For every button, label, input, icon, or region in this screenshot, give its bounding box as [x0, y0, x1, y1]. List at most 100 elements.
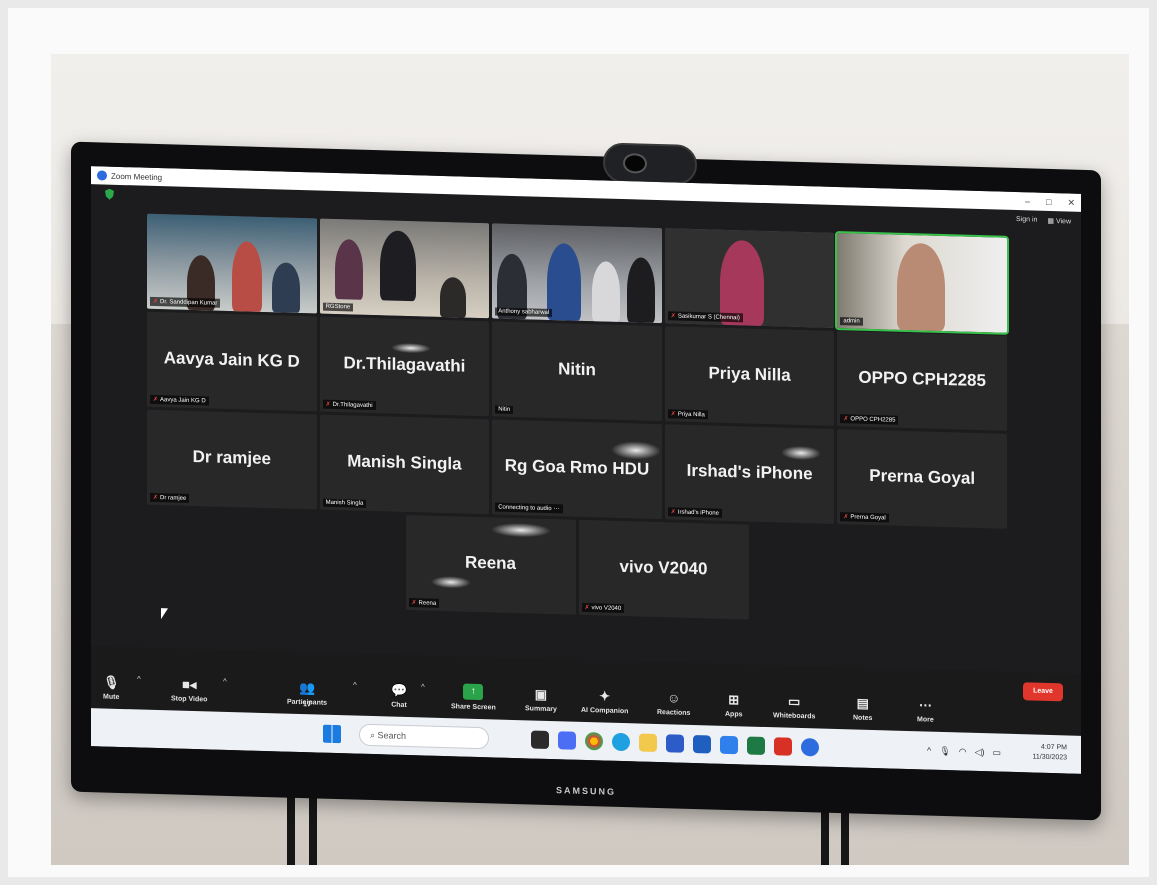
more-dots-icon: ⋯ — [918, 697, 932, 713]
taskbar-search-input[interactable]: ⌕ Search — [359, 723, 489, 750]
participant-display-name: Nitin — [558, 359, 596, 380]
name-tile[interactable]: Manish Singla Manish Singla — [319, 414, 490, 515]
chevron-up-icon[interactable]: ^ — [421, 682, 425, 691]
participant-display-name: Reena — [464, 552, 517, 574]
ai-companion-button[interactable]: ✦ AI Companion — [581, 688, 628, 715]
notes-icon: ▤ — [856, 695, 869, 711]
name-tile[interactable]: Dr ramjee ✗ Dr ramjee — [147, 409, 317, 510]
name-tile[interactable]: vivo V2040 ✗ vivo V2040 — [578, 519, 749, 620]
task-view-icon[interactable] — [531, 730, 549, 749]
battery-icon[interactable]: ▭ — [992, 747, 1001, 758]
mic-muted-icon: ✗ — [843, 416, 849, 423]
chevron-up-icon[interactable]: ^ — [353, 680, 357, 689]
outlook-icon[interactable] — [693, 734, 711, 754]
summary-button[interactable]: ▣ Summary — [525, 686, 557, 714]
connecting-audio-status: Connecting to audio — [498, 504, 552, 512]
mute-button[interactable]: 🎙 Mute — [103, 674, 120, 701]
chat-button[interactable]: 💬 Chat — [391, 682, 408, 709]
zoom-window: Zoom Meeting – □ ✕ Sign in ▦ View ✗ Dr. … — [91, 166, 1081, 774]
name-tile[interactable]: Prerna Goyal ✗ Prerna Goyal — [837, 429, 1007, 529]
participants-button[interactable]: 👥17 Participants — [287, 680, 327, 708]
mail-icon[interactable] — [720, 735, 738, 755]
participant-name: Anthony sabharwal — [498, 308, 550, 316]
name-tile[interactable]: Irshad's iPhone ✗ Irshad's iPhone — [664, 424, 835, 524]
sparkle-icon: ✦ — [599, 688, 611, 704]
share-screen-button[interactable]: ↑ Share Screen — [451, 683, 496, 711]
mic-muted-icon: ✗ — [153, 396, 159, 404]
mic-muted-icon: ✗ — [153, 494, 159, 502]
loading-icon: ⋯ — [553, 506, 560, 513]
apps-icon: ⊞ — [728, 691, 740, 708]
zoom-logo-icon — [97, 170, 107, 181]
monitor: Zoom Meeting – □ ✕ Sign in ▦ View ✗ Dr. … — [71, 141, 1101, 821]
mic-muted-icon: ✗ — [670, 509, 676, 516]
microphone-icon: 🎙 — [103, 674, 120, 690]
clock-date: 11/30/2023 — [1032, 753, 1067, 762]
participant-name: RGStone — [325, 303, 351, 311]
close-icon[interactable]: ✕ — [1067, 197, 1075, 208]
teams-icon[interactable] — [558, 731, 576, 750]
name-tile[interactable]: Aavya Jain KG D ✗ Aavya Jain KG D — [147, 311, 317, 412]
name-tile[interactable]: Nitin Nitin — [492, 321, 662, 422]
mic-muted-icon: ✗ — [153, 298, 159, 306]
participant-name: Prerna Goyal — [850, 513, 886, 521]
sign-in-link[interactable]: Sign in — [1016, 216, 1037, 225]
name-tile[interactable]: Priya Nilla ✗ Priya Nilla — [664, 326, 835, 426]
leave-button[interactable]: Leave — [1023, 682, 1063, 702]
taskbar-clock[interactable]: 4:07 PM 11/30/2023 — [1032, 742, 1067, 763]
microphone-icon[interactable]: 🎙 — [939, 746, 950, 757]
participant-display-name: vivo V2040 — [619, 557, 708, 579]
more-button[interactable]: ⋯ More — [917, 697, 934, 723]
volume-icon[interactable]: ◁) — [975, 747, 985, 758]
summary-icon: ▣ — [534, 686, 548, 702]
video-tile-active-speaker[interactable]: admin — [835, 230, 1009, 335]
participant-display-name: Aavya Jain KG D — [163, 348, 300, 372]
mic-muted-icon: ✗ — [325, 401, 331, 408]
participant-name: Dr.Thilagavathi — [332, 401, 373, 409]
chat-bubble-icon: 💬 — [391, 682, 408, 699]
name-tile[interactable]: Dr.Thilagavathi ✗ Dr.Thilagavathi — [319, 316, 490, 417]
chevron-up-icon[interactable]: ^ — [223, 677, 227, 686]
view-button[interactable]: ▦ View — [1047, 217, 1071, 226]
gallery-grid: ✗ Dr. Sanddipan Kumar RGStone Anthony sa… — [147, 213, 1009, 630]
video-tile[interactable]: ✗ Dr. Sanddipan Kumar — [147, 213, 317, 314]
whiteboards-button[interactable]: ▭ Whiteboards — [773, 694, 815, 721]
stop-video-button[interactable]: ■◂ Stop Video — [171, 676, 207, 704]
video-tile[interactable]: Anthony sabharwal — [492, 223, 662, 324]
notes-button[interactable]: ▤ Notes — [853, 696, 872, 722]
maximize-icon[interactable]: □ — [1046, 196, 1051, 207]
encryption-shield-icon[interactable] — [105, 189, 114, 200]
participant-name: Dr ramjee — [160, 494, 187, 502]
apps-button[interactable]: ⊞ Apps — [725, 691, 743, 718]
chevron-up-icon[interactable]: ^ — [927, 746, 931, 757]
mic-muted-icon: ✗ — [670, 313, 676, 320]
excel-icon[interactable] — [747, 736, 765, 755]
participant-display-name: Priya Nilla — [708, 363, 791, 385]
pdf-icon[interactable] — [774, 737, 792, 756]
participant-name: vivo V2040 — [591, 604, 622, 612]
chrome-icon[interactable] — [585, 731, 603, 751]
minimize-icon[interactable]: – — [1025, 196, 1030, 207]
video-tile[interactable]: ✗ Sasikumar S (Chennai) — [664, 228, 835, 328]
participant-display-name: Dr.Thilagavathi — [343, 353, 466, 376]
name-tile[interactable]: OPPO CPH2285 ✗ OPPO CPH2285 — [837, 331, 1007, 431]
video-tile[interactable]: RGStone — [319, 218, 490, 319]
wifi-icon[interactable]: ◠ — [959, 746, 967, 757]
zoom-taskbar-icon[interactable] — [801, 738, 819, 757]
store-icon[interactable] — [666, 734, 684, 753]
photo-scene: Zoom Meeting – □ ✕ Sign in ▦ View ✗ Dr. … — [51, 54, 1129, 865]
name-tile[interactable]: Rg Goa Rmo HDU Connecting to audio ⋯ — [492, 419, 662, 520]
image-frame: Zoom Meeting – □ ✕ Sign in ▦ View ✗ Dr. … — [8, 8, 1149, 877]
edge-icon[interactable] — [612, 732, 630, 752]
video-camera-icon: ■◂ — [182, 676, 197, 693]
mic-muted-icon: ✗ — [584, 604, 590, 612]
participant-name: Irshad's iPhone — [677, 509, 719, 517]
participant-name: Aavya Jain KG D — [160, 396, 206, 404]
windows-start-icon[interactable] — [323, 724, 341, 744]
reactions-button[interactable]: ☺ Reactions — [657, 690, 690, 717]
participant-name: Nitin — [498, 406, 511, 413]
chevron-up-icon[interactable]: ^ — [137, 674, 141, 683]
file-explorer-icon[interactable] — [639, 733, 657, 752]
window-title: Zoom Meeting — [111, 171, 163, 182]
participant-name: Manish Singla — [325, 499, 364, 507]
